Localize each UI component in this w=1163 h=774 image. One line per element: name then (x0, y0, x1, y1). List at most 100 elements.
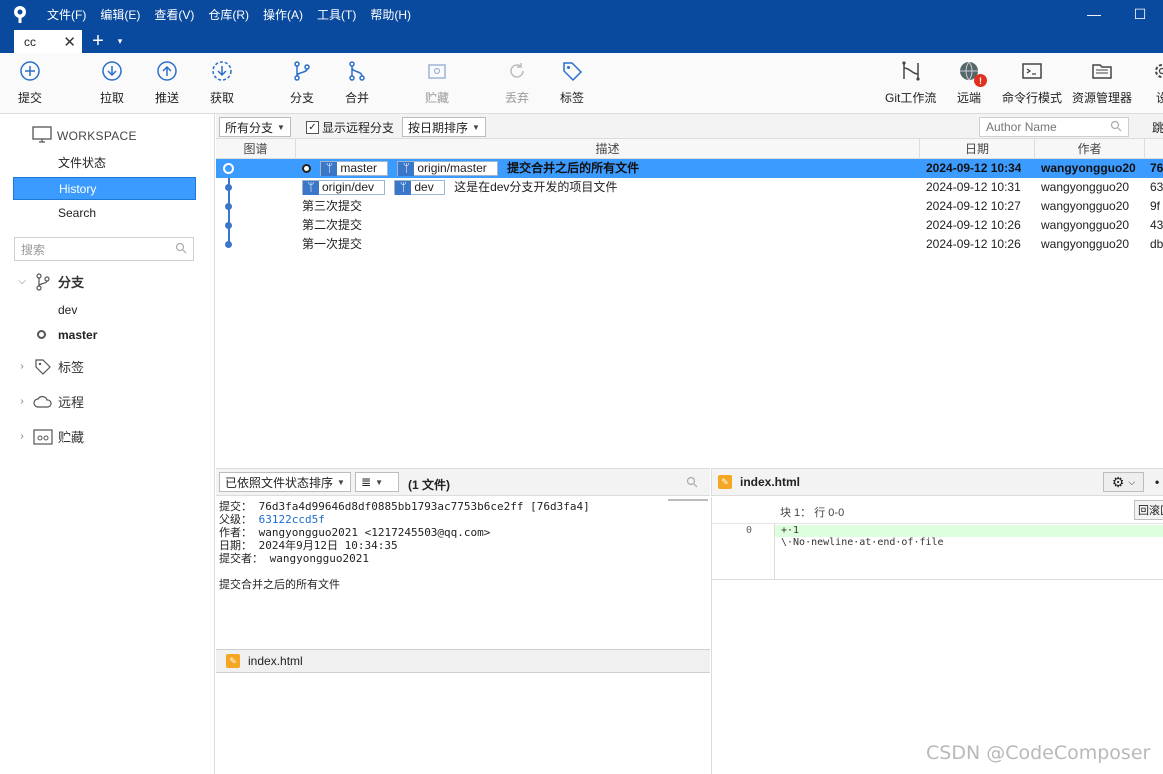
menu-help[interactable]: 帮助(H) (363, 6, 418, 23)
column-graph[interactable]: 图谱 (216, 139, 296, 159)
chevron-right-icon: › (20, 396, 24, 407)
sidebar-group-stashes[interactable]: › 贮藏 (0, 427, 84, 446)
branch-item-master[interactable]: master (58, 328, 97, 342)
cloud-icon (32, 395, 54, 409)
stash-icon (425, 59, 449, 83)
ref-tag-master[interactable]: ᛘ master (320, 161, 389, 177)
tag-button[interactable]: 标签 (560, 59, 584, 111)
push-button[interactable]: 推送 (155, 59, 179, 111)
settings-button[interactable]: 设 (1150, 59, 1163, 111)
ref-tag-origin-master[interactable]: ᛘ origin/master (397, 161, 498, 177)
repo-tab[interactable]: cc ✕ (14, 30, 82, 53)
author-search-input[interactable]: Author Name (979, 117, 1129, 137)
commit-node-icon (225, 184, 232, 191)
gear-icon (1150, 59, 1163, 83)
fetch-icon (210, 59, 234, 83)
more-icon[interactable]: • (1155, 475, 1159, 489)
table-row[interactable]: ᛘ origin/dev ᛘ dev 这是在dev分支开发的项目文件 2024-09… (216, 178, 1163, 197)
add-tab-button[interactable]: + (86, 30, 110, 53)
title-bar: 文件(F) 编辑(E) 查看(V) 仓库(R) 操作(A) 工具(T) 帮助(H… (0, 0, 1163, 53)
commit-author: wangyongguo20 (1041, 199, 1130, 213)
commit-button[interactable]: 提交 (18, 59, 42, 111)
branch-icon: ᛘ (398, 161, 415, 176)
pull-button[interactable]: 拉取 (100, 59, 124, 111)
search-icon[interactable] (686, 476, 698, 491)
scrollbar[interactable] (668, 499, 708, 501)
branch-item-dev[interactable]: dev (58, 303, 77, 317)
arrow-down-circle-icon (100, 59, 124, 83)
show-remote-checkbox[interactable]: ✓ 显示远程分支 (306, 119, 394, 136)
table-row[interactable]: 第三次提交 2024-09-12 10:27 wangyongguo20 9f (216, 197, 1163, 216)
sidebar-search-input[interactable]: 搜索 (14, 237, 194, 261)
jump-label[interactable]: 跳 (1152, 119, 1163, 136)
commit-date: 2024-09-12 10:26 (926, 237, 1021, 251)
commit-sha: 76d3fa4d99646d8df0885bb1793ac7753b6ce2ff… (258, 500, 590, 513)
discard-button[interactable]: 丢弃 (505, 59, 529, 111)
ref-tag-dev[interactable]: ᛘ dev (394, 180, 445, 196)
tab-menu-button[interactable]: ▾ (110, 30, 130, 53)
chevron-down-icon: ▼ (375, 477, 383, 487)
branch-filter-dropdown[interactable]: 所有分支 ▼ (219, 117, 291, 137)
sidebar-item-history[interactable]: History (13, 177, 196, 200)
chevron-down-icon: ⌵ (18, 276, 26, 287)
sidebar-item-file-status[interactable]: 文件状态 (13, 152, 196, 175)
column-description[interactable]: 描述 (296, 139, 920, 159)
view-mode-dropdown[interactable]: ≣ ▼ (355, 472, 399, 492)
commit-hash: db (1150, 237, 1163, 251)
fetch-button[interactable]: 获取 (210, 59, 234, 111)
commit-author: wangyongguo20 (1041, 218, 1130, 232)
parent-link[interactable]: 63122ccd5f (259, 513, 325, 526)
commit-message: 第二次提交 (302, 218, 363, 232)
column-author[interactable]: 作者 (1035, 139, 1145, 159)
merge-button[interactable]: 合并 (345, 59, 369, 111)
file-list-toolbar: 已依照文件状态排序 ▼ ≣ ▼ (1 文件) (216, 468, 710, 496)
terminal-icon (1020, 59, 1044, 83)
main-toolbar: 提交 拉取 推送 获取 分支 合并 贮藏 丢弃 标签 Git工作流 ! 远端 命… (0, 53, 1163, 114)
commit-list: ᛘ master ᛘ origin/master 提交合并之后的所有文件 2024-… (216, 159, 1163, 467)
tag-icon (560, 59, 584, 83)
sidebar-item-search[interactable]: Search (13, 202, 196, 225)
discard-icon (505, 59, 529, 83)
menu-view[interactable]: 查看(V) (147, 6, 201, 23)
arrow-up-circle-icon (155, 59, 179, 83)
menu-tools[interactable]: 工具(T) (310, 6, 363, 23)
commit-message: 第三次提交 (302, 199, 363, 213)
commit-author: wangyongguo20 (1041, 161, 1136, 175)
sort-dropdown[interactable]: 按日期排序 ▼ (402, 117, 486, 137)
commit-author: wangyongguo20 (1041, 237, 1130, 251)
table-row[interactable]: 第一次提交 2024-09-12 10:26 wangyongguo20 db (216, 235, 1163, 254)
chevron-down-icon: ▼ (277, 122, 285, 132)
file-list-item[interactable]: ✎ index.html (216, 649, 710, 673)
explorer-button[interactable]: 资源管理器 (1072, 59, 1132, 111)
menu-repository[interactable]: 仓库(R) (201, 6, 256, 23)
diff-options-button[interactable]: ⚙ ⌵ (1103, 472, 1144, 492)
column-date[interactable]: 日期 (920, 139, 1035, 159)
ref-tag-origin-dev[interactable]: ᛘ origin/dev (302, 180, 386, 196)
commit-author: wangyongguo20 (1041, 180, 1130, 194)
diff-body: 块 1： 行 0-0 回滚区 0 +·1 \·No·newline·at·end… (711, 497, 1163, 774)
branch-icon: ᛘ (303, 180, 319, 195)
sidebar-group-remotes[interactable]: › 远程 (0, 392, 84, 411)
maximize-button[interactable]: ☐ (1117, 0, 1163, 28)
sidebar-group-branches[interactable]: ⌵ 分支 (0, 272, 84, 291)
sidebar: WORKSPACE 文件状态 History Search 搜索 ⌵ 分支 de… (0, 114, 215, 774)
stash-button[interactable]: 贮藏 (425, 59, 449, 111)
sidebar-group-tags[interactable]: › 标签 (0, 357, 84, 376)
table-row[interactable]: 第二次提交 2024-09-12 10:26 wangyongguo20 43 (216, 216, 1163, 235)
commit-author-detail: wangyongguo2021 <1217245503@qq.com> (258, 526, 491, 539)
hunk-header: 块 1： 行 0-0 回滚区 (712, 497, 1163, 524)
remote-button[interactable]: ! 远端 (957, 59, 987, 111)
revert-hunk-button[interactable]: 回滚区 (1134, 500, 1163, 520)
commit-message: 第一次提交 (302, 237, 363, 251)
terminal-button[interactable]: 命令行模式 (1002, 59, 1062, 111)
branch-button[interactable]: 分支 (290, 59, 314, 111)
menu-file[interactable]: 文件(F) (40, 6, 93, 23)
gitflow-button[interactable]: Git工作流 (885, 59, 936, 111)
table-row[interactable]: ᛘ master ᛘ origin/master 提交合并之后的所有文件 2024-… (216, 159, 1163, 178)
close-tab-icon[interactable]: ✕ (63, 33, 76, 51)
minimize-button[interactable]: — (1071, 0, 1117, 28)
commit-message-detail: 提交合并之后的所有文件 (219, 578, 340, 591)
file-sort-dropdown[interactable]: 已依照文件状态排序 ▼ (219, 472, 351, 492)
menu-actions[interactable]: 操作(A) (256, 6, 310, 23)
menu-edit[interactable]: 编辑(E) (93, 6, 147, 23)
